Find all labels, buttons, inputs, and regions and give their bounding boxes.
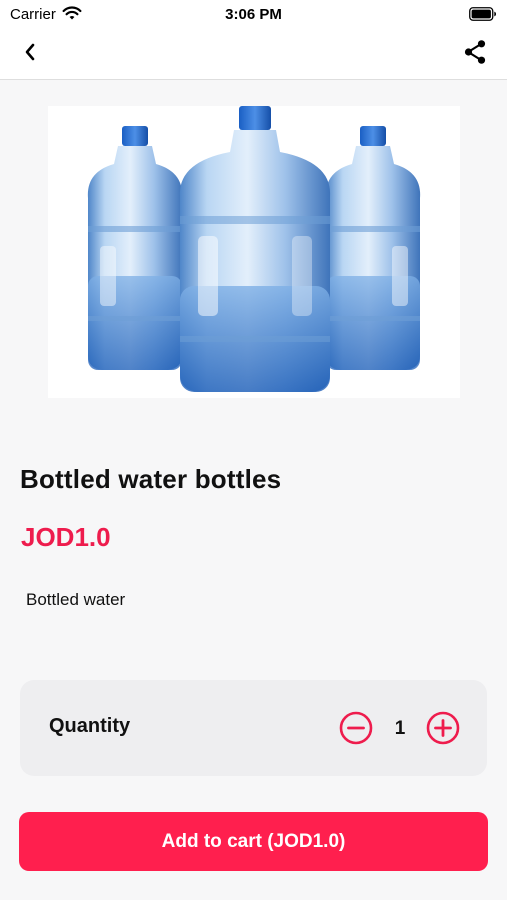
plus-circle-icon [426, 711, 460, 745]
product-description: Bottled water [26, 590, 126, 609]
navigation-bar [0, 28, 507, 80]
water-bottles-image [87, 106, 421, 392]
quantity-label: Quantity [49, 715, 131, 737]
increase-quantity-button[interactable] [426, 711, 460, 745]
product-image [48, 106, 460, 398]
minus-circle-icon [339, 711, 373, 745]
share-icon [462, 39, 488, 70]
add-to-cart-button[interactable]: Add to cart (JOD1.0) [19, 812, 488, 871]
status-time: 3:06 PM [225, 6, 282, 23]
decrease-quantity-button[interactable] [339, 711, 373, 745]
product-price: JOD1.0 [21, 522, 111, 552]
status-bar: Carrier 3:06 PM [0, 0, 507, 28]
share-button[interactable] [459, 38, 491, 70]
chevron-left-icon [23, 43, 37, 66]
quantity-value: 1 [394, 718, 406, 739]
back-button[interactable] [14, 38, 46, 70]
product-title: Bottled water bottles [20, 464, 282, 494]
product-detail-screen: Carrier 3:06 PM Bottled water bottles JO… [0, 0, 507, 900]
quantity-card: Quantity 1 [20, 680, 487, 776]
battery-icon [469, 7, 497, 26]
